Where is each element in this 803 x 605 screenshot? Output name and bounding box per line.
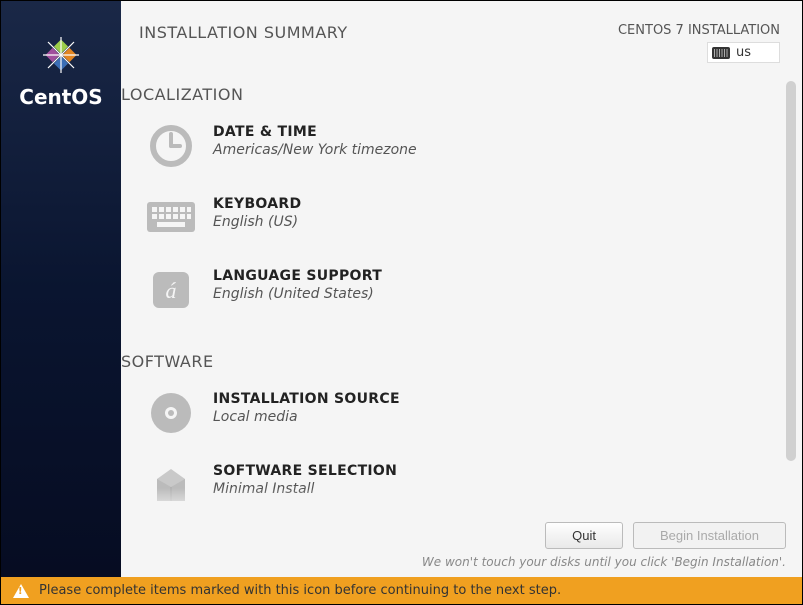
section-software: SOFTWARE INSTALLATION SOURCE Local media xyxy=(121,340,802,514)
section-title-localization: LOCALIZATION xyxy=(121,73,782,114)
page-title: INSTALLATION SUMMARY xyxy=(139,23,348,63)
spoke-status: English (United States) xyxy=(213,286,382,302)
disc-icon xyxy=(145,387,197,439)
spoke-title: LANGUAGE SUPPORT xyxy=(213,268,382,284)
spoke-date-time[interactable]: DATE & TIME Americas/New York timezone xyxy=(121,114,461,186)
keyboard-layout-selector[interactable]: us xyxy=(707,42,780,63)
warning-text: Please complete items marked with this i… xyxy=(39,583,561,598)
begin-installation-button[interactable]: Begin Installation xyxy=(633,522,786,549)
spoke-status: Minimal Install xyxy=(213,481,397,497)
footer: Quit Begin Installation We won't touch y… xyxy=(121,514,802,577)
keyboard-large-icon xyxy=(145,192,197,244)
spoke-title: DATE & TIME xyxy=(213,124,417,140)
language-icon: á xyxy=(145,264,197,316)
centos-logo-icon xyxy=(37,31,85,79)
spoke-keyboard[interactable]: KEYBOARD English (US) xyxy=(121,186,461,258)
spoke-status: English (US) xyxy=(213,214,301,230)
main-area: CentOS INSTALLATION SUMMARY CENTOS 7 INS… xyxy=(1,1,802,577)
sidebar: CentOS xyxy=(1,1,121,577)
summary-scroll-area: LOCALIZATION DATE & TIME Americas/New Yo… xyxy=(121,73,802,514)
product-name: CENTOS 7 INSTALLATION xyxy=(618,23,780,38)
spoke-status: Americas/New York timezone xyxy=(213,142,417,158)
keyboard-icon xyxy=(712,47,730,59)
spoke-status: Local media xyxy=(213,409,400,425)
header: INSTALLATION SUMMARY CENTOS 7 INSTALLATI… xyxy=(121,1,802,73)
package-icon xyxy=(145,459,197,511)
warning-bar[interactable]: Please complete items marked with this i… xyxy=(1,577,802,604)
spoke-software-selection[interactable]: SOFTWARE SELECTION Minimal Install xyxy=(121,453,461,514)
warning-icon xyxy=(13,584,29,598)
keyboard-layout-label: us xyxy=(736,45,751,60)
scrollbar[interactable] xyxy=(786,81,796,461)
section-title-software: SOFTWARE xyxy=(121,340,782,381)
spoke-title: KEYBOARD xyxy=(213,196,301,212)
quit-button[interactable]: Quit xyxy=(545,522,623,549)
header-right: CENTOS 7 INSTALLATION us xyxy=(618,23,780,63)
spoke-title: INSTALLATION SOURCE xyxy=(213,391,400,407)
footer-note: We won't touch your disks until you clic… xyxy=(137,555,786,569)
section-localization: LOCALIZATION DATE & TIME Americas/New Yo… xyxy=(121,73,802,340)
brand-logo: CentOS xyxy=(19,31,102,109)
spoke-language-support[interactable]: á LANGUAGE SUPPORT English (United State… xyxy=(121,258,461,330)
spoke-title: SOFTWARE SELECTION xyxy=(213,463,397,479)
brand-name: CentOS xyxy=(19,85,102,109)
clock-icon xyxy=(145,120,197,172)
spoke-installation-source[interactable]: INSTALLATION SOURCE Local media xyxy=(121,381,461,453)
svg-text:á: á xyxy=(166,278,177,303)
installer-window: CentOS INSTALLATION SUMMARY CENTOS 7 INS… xyxy=(0,0,803,605)
content-area: INSTALLATION SUMMARY CENTOS 7 INSTALLATI… xyxy=(121,1,802,577)
